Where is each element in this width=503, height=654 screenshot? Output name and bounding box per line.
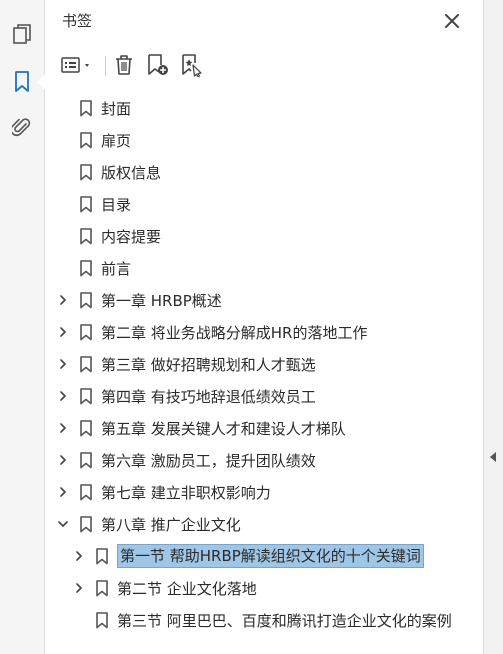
bookmark-label: 第五章 发展关键人才和建设人才梯队 [101, 420, 346, 438]
bookmark-icon [79, 356, 93, 373]
chevron-right-icon[interactable] [57, 390, 69, 402]
new-bookmark-from-structure-button[interactable] [178, 50, 206, 80]
close-button[interactable] [441, 10, 463, 32]
bookmarks-toolbar [45, 48, 483, 82]
bookmark-label: 第二章 将业务战略分解成HR的落地工作 [101, 324, 368, 342]
expand-pane-arrow-icon[interactable] [490, 452, 496, 462]
options-menu-icon [61, 57, 89, 73]
chevron-right-icon[interactable] [57, 294, 69, 306]
panel-header: 书签 [45, 0, 483, 40]
bookmark-item[interactable]: 版权信息 [45, 156, 483, 188]
bookmark-label: 扉页 [101, 132, 132, 150]
new-bookmark-from-structure-icon [182, 54, 202, 77]
bookmark-label: 第二节 企业文化落地 [117, 580, 257, 598]
chevron-right-icon[interactable] [57, 358, 69, 370]
bookmark-label: 第三节 阿里巴巴、百度和腾讯打造企业文化的案例 [117, 612, 452, 630]
bookmark-icon [79, 260, 93, 277]
bookmark-icon [79, 100, 93, 117]
options-menu-button[interactable] [57, 50, 97, 80]
chevron-right-icon[interactable] [57, 326, 69, 338]
bookmark-icon [95, 580, 109, 597]
bookmark-icon [79, 516, 93, 533]
bookmark-label: 内容提要 [101, 228, 162, 246]
bookmark-icon [79, 324, 93, 341]
new-bookmark-icon [148, 54, 168, 75]
bookmark-icon [95, 548, 109, 565]
bookmark-icon [79, 292, 93, 309]
active-panel-indicator [37, 74, 45, 90]
chevron-right-icon[interactable] [73, 582, 85, 594]
chevron-right-icon[interactable] [57, 486, 69, 498]
bookmark-icon [79, 484, 93, 501]
navigation-rail [0, 0, 45, 654]
bookmark-label: 第一节 帮助HRBP解读组织文化的十个关键词 [117, 544, 424, 568]
bookmark-item[interactable]: 第八章 推广企业文化 [45, 508, 483, 540]
attachments-icon [12, 118, 31, 137]
bookmark-icon [79, 228, 93, 245]
bookmark-label: 第六章 激励员工，提升团队绩效 [101, 452, 316, 470]
bookmark-item[interactable]: 扉页 [45, 124, 483, 156]
bookmark-item[interactable]: 内容提要 [45, 220, 483, 252]
bookmark-item[interactable]: 第一节 帮助HRBP解读组织文化的十个关键词 [45, 540, 483, 572]
bookmark-label: 第七章 建立非职权影响力 [101, 484, 271, 502]
bookmarks-icon [15, 71, 29, 92]
bookmark-item[interactable]: 第六章 激励员工，提升团队绩效 [45, 444, 483, 476]
bookmarks-panel-button[interactable] [8, 68, 36, 96]
bookmarks-pane: 书签 封面 扉页 版权信息 目录 内容提要 前言 第一章 HRBP概述 第二章 … [0, 0, 503, 654]
bookmark-item[interactable]: 第四章 有技巧地辞退低绩效员工 [45, 380, 483, 412]
pages-icon [13, 24, 31, 44]
bookmark-item[interactable]: 第三节 阿里巴巴、百度和腾讯打造企业文化的案例 [45, 604, 483, 636]
bookmark-item[interactable]: 第二节 企业文化落地 [45, 572, 483, 604]
bookmark-item[interactable]: 第五章 发展关键人才和建设人才梯队 [45, 412, 483, 444]
bookmark-icon [79, 420, 93, 437]
chevron-right-icon[interactable] [57, 454, 69, 466]
bookmark-label: 第四章 有技巧地辞退低绩效员工 [101, 388, 316, 406]
panel-title: 书签 [62, 12, 93, 30]
bookmark-label: 目录 [101, 196, 132, 214]
toolbar-separator [105, 56, 106, 76]
bookmark-label: 第三章 做好招聘规划和人才甄选 [101, 356, 316, 374]
bookmark-label: 第八章 推广企业文化 [101, 516, 241, 534]
chevron-right-icon[interactable] [57, 422, 69, 434]
new-bookmark-button[interactable] [144, 50, 172, 80]
bookmark-item[interactable]: 第二章 将业务战略分解成HR的落地工作 [45, 316, 483, 348]
bookmark-label: 第一章 HRBP概述 [101, 292, 222, 310]
bookmark-icon [79, 164, 93, 181]
bookmark-label: 前言 [101, 260, 132, 278]
pages-panel-button[interactable] [8, 21, 36, 49]
bookmark-item[interactable]: 前言 [45, 252, 483, 284]
bookmark-icon [95, 612, 109, 629]
document-edge-strip [483, 0, 503, 654]
delete-bookmark-button[interactable] [111, 50, 137, 80]
bookmarks-panel: 书签 封面 扉页 版权信息 目录 内容提要 前言 第一章 HRBP概述 第二章 … [45, 0, 483, 654]
bookmark-icon [79, 132, 93, 149]
bookmark-icon [79, 388, 93, 405]
bookmark-item[interactable]: 第一章 HRBP概述 [45, 284, 483, 316]
trash-icon [116, 55, 132, 75]
close-icon [445, 14, 459, 28]
bookmark-icon [79, 196, 93, 213]
bookmark-item[interactable]: 第三章 做好招聘规划和人才甄选 [45, 348, 483, 380]
bookmark-icon [79, 452, 93, 469]
chevron-down-icon[interactable] [57, 518, 69, 530]
bookmark-label: 封面 [101, 100, 132, 118]
bookmark-item[interactable]: 目录 [45, 188, 483, 220]
bookmark-label: 版权信息 [101, 164, 162, 182]
attachments-panel-button[interactable] [8, 114, 36, 142]
bookmark-item[interactable]: 第七章 建立非职权影响力 [45, 476, 483, 508]
chevron-right-icon[interactable] [73, 550, 85, 562]
bookmark-item[interactable]: 封面 [45, 92, 483, 124]
